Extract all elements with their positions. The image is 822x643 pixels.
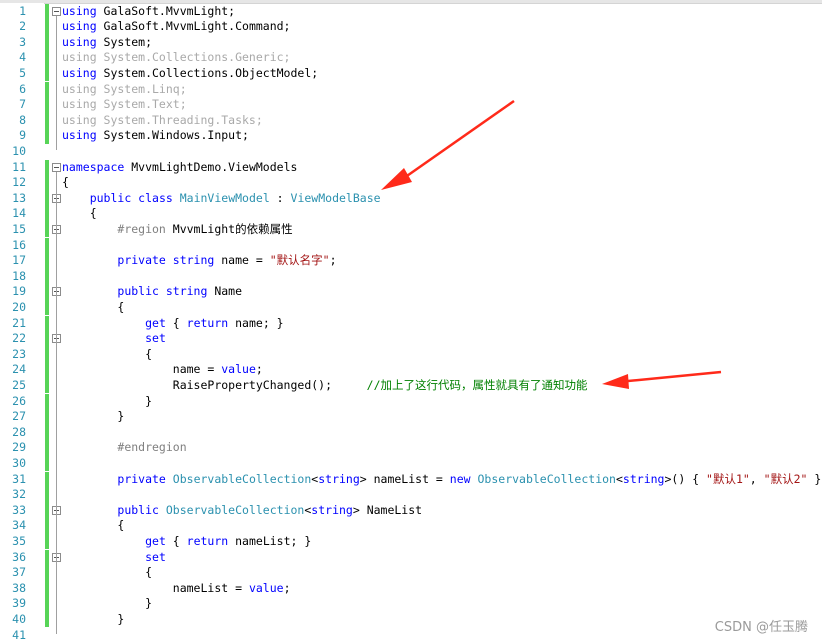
arrow-raise-property-changed <box>602 370 722 389</box>
csdn-watermark: CSDN @任玉腾 <box>714 620 808 635</box>
annotation-arrows <box>381 99 722 389</box>
arrow-class-declaration <box>381 99 515 190</box>
